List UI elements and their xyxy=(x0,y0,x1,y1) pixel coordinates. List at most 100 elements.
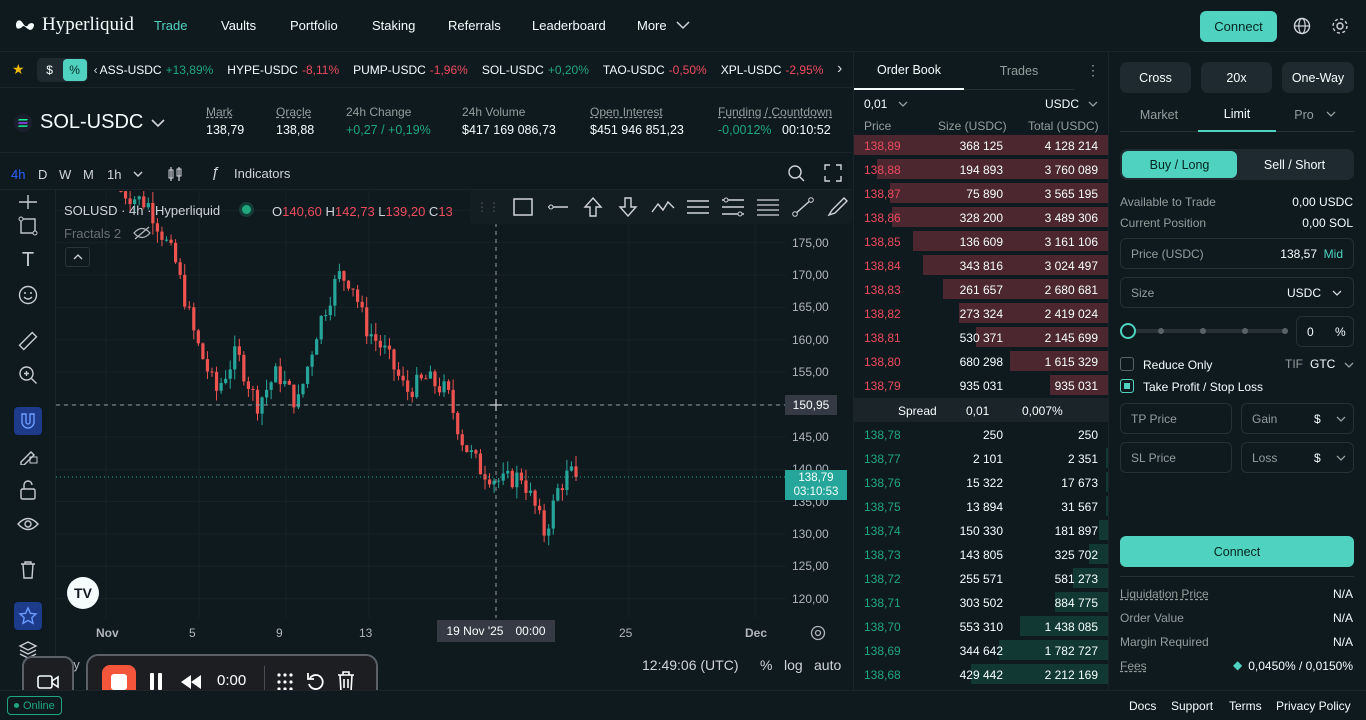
ticker-next-icon[interactable]: › xyxy=(834,60,846,78)
ask-row[interactable]: 138,89 368 125 4 128 214 xyxy=(854,133,1109,157)
ticker-item[interactable]: XPL-USDC -2,95% xyxy=(721,63,824,77)
bid-row[interactable]: 138,72 255 571 581 273 xyxy=(854,566,1109,590)
indicators-icon[interactable]: ƒ xyxy=(211,164,219,181)
candle-type-icon[interactable] xyxy=(166,165,184,183)
utc-clock[interactable]: 12:49:06 (UTC) xyxy=(642,657,738,673)
interval-1h[interactable]: 1h xyxy=(107,167,121,182)
footer-support[interactable]: Support xyxy=(1171,699,1213,713)
percent-input[interactable]: 0 % xyxy=(1296,316,1354,347)
ticker-prev-icon[interactable]: ‹ xyxy=(94,63,98,77)
more-options-icon[interactable]: ⋮ xyxy=(1086,62,1100,79)
favorite-star-icon[interactable]: ★ xyxy=(12,61,25,78)
ask-row[interactable]: 138,83 261 657 2 680 681 xyxy=(854,277,1109,301)
bid-row[interactable]: 138,74 150 330 181 897 xyxy=(854,518,1109,542)
unit-select[interactable]: USDC xyxy=(1045,97,1079,111)
ask-row[interactable]: 138,86 328 200 3 489 306 xyxy=(854,205,1109,229)
ticker-item[interactable]: HYPE-USDC -8,11% xyxy=(227,63,339,77)
footer-terms[interactable]: Terms xyxy=(1229,699,1262,713)
chevron-down-icon[interactable] xyxy=(1088,101,1098,108)
rectangle-icon[interactable] xyxy=(511,196,535,218)
fullscreen-icon[interactable] xyxy=(824,164,842,182)
ruler-tool-icon[interactable] xyxy=(14,327,42,355)
chevron-down-icon[interactable] xyxy=(133,171,143,178)
chevron-down-icon[interactable] xyxy=(1336,416,1346,423)
bid-row[interactable]: 138,71 303 502 884 775 xyxy=(854,590,1109,614)
fib-icon[interactable] xyxy=(721,196,745,218)
bid-row[interactable]: 138,73 143 805 325 702 xyxy=(854,542,1109,566)
brush-icon[interactable] xyxy=(826,196,850,218)
loss-input[interactable]: Loss $ xyxy=(1241,442,1354,473)
ask-row[interactable]: 138,85 136 609 3 161 106 xyxy=(854,229,1109,253)
collapse-legend-button[interactable] xyxy=(65,247,90,267)
footer-docs[interactable]: Docs xyxy=(1129,699,1156,713)
auto-scale-toggle[interactable]: auto xyxy=(814,657,841,673)
position-mode-button[interactable]: One-Way xyxy=(1282,62,1354,93)
chevron-down-icon[interactable] xyxy=(1344,362,1354,369)
bid-row[interactable]: 138,70 553 310 1 438 085 xyxy=(854,614,1109,638)
chevron-down-icon[interactable] xyxy=(1332,290,1342,297)
chevron-down-icon[interactable] xyxy=(898,101,908,108)
rectangle-tool-icon[interactable] xyxy=(14,212,42,240)
size-unit-select[interactable]: USDC xyxy=(1287,286,1321,300)
text-tool-icon[interactable]: T xyxy=(14,246,42,274)
gain-input[interactable]: Gain $ xyxy=(1241,403,1354,434)
horizontal-ray-icon[interactable] xyxy=(546,196,570,218)
tick-size-select[interactable]: 0,01 xyxy=(864,97,887,111)
arrow-down-icon[interactable] xyxy=(616,196,640,218)
footer-privacy[interactable]: Privacy Policy xyxy=(1276,699,1351,713)
sell-short-button[interactable]: Sell / Short xyxy=(1237,151,1352,178)
nav-more[interactable]: More xyxy=(637,18,667,33)
bid-row[interactable]: 138,78 250 250 xyxy=(854,422,1109,446)
reduce-only-checkbox[interactable] xyxy=(1120,357,1134,371)
sl-price-input[interactable]: SL Price xyxy=(1120,442,1232,473)
ask-row[interactable]: 138,82 273 324 2 419 024 xyxy=(854,301,1109,325)
chevron-down-icon[interactable] xyxy=(1336,455,1346,462)
slider-thumb[interactable] xyxy=(1120,323,1136,339)
ticker-item[interactable]: PUMP-USDC -1,96% xyxy=(353,63,468,77)
emoji-tool-icon[interactable] xyxy=(14,281,42,309)
bid-row[interactable]: 138,69 344 642 1 782 727 xyxy=(854,638,1109,662)
buy-long-button[interactable]: Buy / Long xyxy=(1122,151,1237,178)
fib-channel-icon[interactable] xyxy=(756,196,780,218)
ask-row[interactable]: 138,79 935 031 935 031 xyxy=(854,373,1109,397)
parallel-channel-icon[interactable] xyxy=(686,196,710,218)
percent-scale-toggle[interactable]: % xyxy=(760,657,772,673)
tab-order-book[interactable]: Order Book xyxy=(854,52,964,90)
drag-grid-icon[interactable] xyxy=(276,672,294,692)
market-selector[interactable]: SOL-USDC xyxy=(14,111,165,134)
globe-icon[interactable] xyxy=(1288,12,1316,40)
zoom-in-icon[interactable] xyxy=(14,361,42,389)
eye-icon[interactable] xyxy=(14,510,42,538)
ask-row[interactable]: 138,81 530 371 2 145 699 xyxy=(854,325,1109,349)
bid-row[interactable]: 138,76 15 322 17 673 xyxy=(854,470,1109,494)
tp-price-input[interactable]: TP Price xyxy=(1120,403,1232,434)
magnet-icon[interactable] xyxy=(14,407,42,435)
ticker-item[interactable]: SOL-USDC +0,20% xyxy=(482,63,589,77)
favorites-star-icon[interactable] xyxy=(14,602,42,630)
pattern-icon[interactable] xyxy=(651,196,675,218)
interval-w[interactable]: W xyxy=(59,167,71,182)
trash-icon[interactable] xyxy=(14,556,42,584)
nav-referrals[interactable]: Referrals xyxy=(448,18,501,33)
chart-settings-icon[interactable] xyxy=(809,624,827,642)
nav-vaults[interactable]: Vaults xyxy=(221,18,256,33)
tab-pro[interactable]: Pro xyxy=(1276,98,1354,132)
lock-icon[interactable] xyxy=(14,476,42,504)
drag-handle-icon[interactable]: ⋮⋮ xyxy=(476,200,500,214)
tab-trades[interactable]: Trades xyxy=(964,52,1074,90)
ticker-item[interactable]: TAO-USDC -0,50% xyxy=(603,63,707,77)
ticker-item[interactable]: ASS-USDC +13,89% xyxy=(100,63,214,77)
trade-connect-button[interactable]: Connect xyxy=(1120,536,1354,567)
nav-staking[interactable]: Staking xyxy=(372,18,415,33)
tpsl-checkbox[interactable] xyxy=(1120,379,1134,393)
brand-logo[interactable]: Hyperliquid xyxy=(14,14,134,36)
restart-icon[interactable] xyxy=(306,672,326,692)
loss-unit[interactable]: $ xyxy=(1314,451,1321,465)
price-input[interactable]: Price (USDC) 138,57 Mid xyxy=(1120,238,1354,269)
margin-mode-button[interactable]: Cross xyxy=(1120,62,1191,93)
nav-trade[interactable]: Trade xyxy=(154,18,187,33)
eye-hidden-icon[interactable] xyxy=(133,226,151,240)
nav-leaderboard[interactable]: Leaderboard xyxy=(532,18,606,33)
gain-unit[interactable]: $ xyxy=(1314,412,1321,426)
ask-row[interactable]: 138,87 75 890 3 565 195 xyxy=(854,181,1109,205)
